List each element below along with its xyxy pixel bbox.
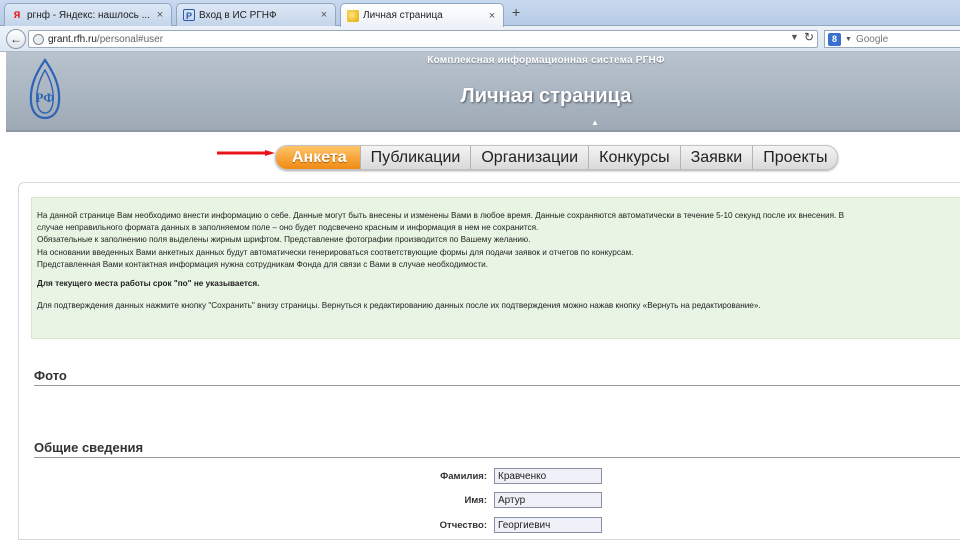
info-line: Обязательные к заполнению поля выделены … (37, 235, 531, 245)
page-title: Личная страница (460, 85, 632, 107)
browser-tab-title: ргнф - Яндекс: нашлось ... (27, 9, 150, 21)
back-arrow-icon: ← (10, 32, 22, 46)
info-confirm-note: Для подтверждения данных нажмите кнопку … (37, 301, 761, 311)
browser-nav-bar: ← grant.rfh.ru/personal#user ▼ ↻ 8 ▼ Goo… (0, 26, 960, 52)
info-line: Представленная Вами контактная информаци… (37, 259, 488, 269)
site-header: РФ Комплексная информационная система РГ… (6, 52, 960, 132)
tab-contests[interactable]: Конкурсы (588, 146, 679, 169)
system-title: Комплексная информационная система РГНФ (427, 55, 665, 66)
new-tab-button[interactable]: + (512, 4, 520, 20)
content-panel: На данной странице Вам необходимо внести… (18, 182, 960, 540)
tab-publications[interactable]: Публикации (359, 146, 471, 169)
browser-tab-title: Вход в ИС РГНФ (199, 9, 277, 21)
info-box: На данной странице Вам необходимо внести… (31, 197, 960, 339)
reload-icon[interactable]: ↻ (804, 30, 814, 44)
name-field[interactable] (494, 492, 602, 508)
patronymic-label: Отчество: (439, 519, 487, 531)
close-icon[interactable]: × (487, 10, 497, 22)
browser-tab-yandex[interactable]: Я ргнф - Яндекс: нашлось ... × (4, 3, 172, 26)
section-title-photo: Фото (34, 368, 67, 383)
tab-applications[interactable]: Заявки (679, 146, 753, 169)
main-menu: Анкета Публикации Организации Конкурсы З… (275, 145, 839, 170)
search-box[interactable]: 8 ▼ Google (824, 30, 960, 48)
browser-tab-personal[interactable]: Личная страница × (340, 3, 504, 27)
google-icon: 8 (828, 32, 841, 46)
info-line: случае неправильного формата данных в за… (37, 223, 539, 233)
info-line: На основании введенных Вами анкетных дан… (37, 247, 634, 257)
close-icon[interactable]: × (155, 9, 165, 21)
pointer-arrow-icon (217, 150, 275, 156)
address-bar[interactable]: grant.rfh.ru/personal#user (28, 30, 818, 48)
browser-tab-title: Личная страница (363, 10, 443, 21)
surname-label: Фамилия: (440, 470, 487, 482)
name-label: Имя: (464, 494, 487, 506)
patronymic-row: Отчество: (399, 517, 619, 533)
url-text: grant.rfh.ru/personal#user (48, 34, 163, 45)
close-icon[interactable]: × (319, 9, 329, 21)
section-divider (34, 457, 960, 458)
name-row: Имя: (399, 492, 619, 508)
browser-tab-bar: Я ргнф - Яндекс: нашлось ... × Р Вход в … (0, 0, 960, 27)
section-divider (34, 385, 960, 386)
tab-organizations[interactable]: Организации (470, 146, 588, 169)
patronymic-field[interactable] (494, 517, 602, 533)
surname-row: Фамилия: (399, 468, 619, 484)
chevron-down-icon[interactable]: ▼ (845, 36, 852, 43)
yandex-icon: Я (13, 10, 21, 20)
url-path: /personal#user (96, 33, 164, 45)
tab-projects[interactable]: Проекты (752, 146, 837, 169)
search-placeholder: Google (855, 33, 889, 45)
section-title-general: Общие сведения (34, 440, 144, 455)
browser-tab-login[interactable]: Р Вход в ИС РГНФ × (176, 3, 336, 26)
back-button[interactable]: ← (6, 29, 26, 49)
rgnf-icon: Р (183, 9, 195, 21)
surname-field[interactable] (494, 468, 602, 484)
globe-icon (33, 33, 44, 45)
loading-dot-icon (347, 9, 359, 22)
url-host: grant.rfh.ru (48, 33, 97, 45)
info-line: На данной странице Вам необходимо внести… (37, 211, 845, 220)
info-bold-note: Для текущего места работы срок "по" не у… (37, 279, 260, 289)
tab-anketa[interactable]: Анкета (276, 146, 360, 169)
collapse-header-icon[interactable]: ▲ (591, 118, 599, 127)
dropdown-arrow-icon[interactable]: ▼ (790, 32, 799, 42)
